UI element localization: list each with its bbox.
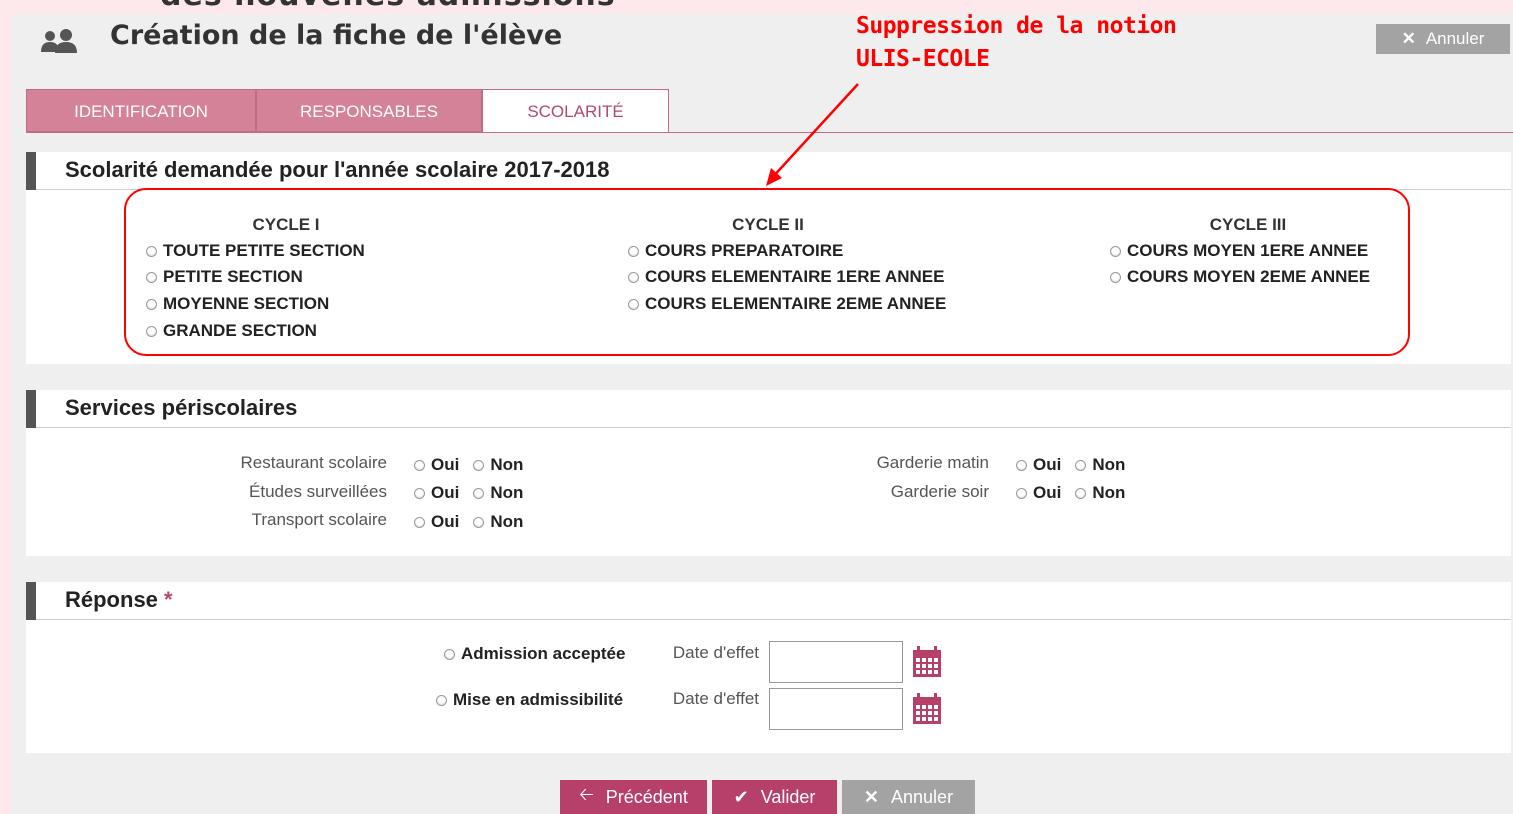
footer-cancel-button[interactable]: ✕ Annuler [842, 780, 975, 814]
radio-button[interactable] [414, 459, 425, 471]
tab-identification[interactable]: IDENTIFICATION [26, 89, 256, 132]
radio-button[interactable] [436, 694, 447, 706]
date-effet-admission-input[interactable] [769, 641, 903, 683]
periscolaire-section-title: Services périscolaires [65, 395, 298, 420]
oui-option[interactable]: Oui [1016, 483, 1061, 503]
oui-option[interactable]: Oui [414, 483, 459, 503]
garderie-soir-choice: Oui Non [1016, 483, 1125, 503]
annotation-highlight-box [124, 188, 1410, 356]
page-header: Création de la fiche de l'élève ✕ Annule… [12, 14, 1513, 74]
validate-label: Valider [760, 786, 816, 807]
non-option[interactable]: Non [473, 455, 523, 475]
garderie-matin-label: Garderie matin [876, 453, 989, 472]
garderie-soir-label: Garderie soir [890, 482, 989, 501]
oui-label: Oui [1033, 455, 1062, 474]
reponse-section-header: Réponse * [26, 582, 1511, 620]
date-effet-admissibilite-input[interactable] [769, 688, 903, 730]
footer-cancel-label: Annuler [891, 786, 954, 807]
arrow-left-icon: 🡠 [579, 784, 594, 804]
section-marker [26, 390, 36, 428]
garderie-matin-choice: Oui Non [1016, 455, 1125, 475]
annotation-callout: Suppression de la notion ULIS-ECOLE [856, 10, 1177, 76]
oui-label: Oui [431, 483, 460, 502]
close-icon: ✕ [863, 786, 880, 807]
oui-label: Oui [431, 455, 460, 474]
check-icon: ✔ [733, 786, 749, 807]
radio-button[interactable] [414, 487, 425, 499]
users-icon [41, 29, 77, 53]
scolarite-section-title: Scolarité demandée pour l'année scolaire… [65, 157, 610, 182]
non-label: Non [1092, 455, 1126, 474]
tab-scolarite[interactable]: SCOLARITÉ [482, 89, 669, 133]
radio-button[interactable] [473, 487, 485, 499]
oui-option[interactable]: Oui [1016, 455, 1061, 475]
page-title: Création de la fiche de l'élève [110, 20, 563, 51]
transport-scolaire-choice: Oui Non [414, 512, 523, 532]
non-option[interactable]: Non [1075, 483, 1125, 503]
non-label: Non [490, 455, 524, 474]
header-cancel-label: Annuler [1425, 29, 1485, 48]
reponse-title-text: Réponse [65, 587, 158, 612]
previous-label: Précédent [605, 786, 688, 807]
radio-button[interactable] [414, 516, 425, 528]
annotation-line-1: Suppression de la notion [856, 13, 1177, 39]
header-cancel-button[interactable]: ✕ Annuler [1376, 24, 1510, 54]
previous-button[interactable]: 🡠 Précédent [560, 780, 707, 814]
oui-option[interactable]: Oui [414, 512, 459, 532]
non-option[interactable]: Non [473, 483, 523, 503]
non-label: Non [490, 512, 524, 531]
non-label: Non [1092, 483, 1126, 502]
tab-responsables[interactable]: RESPONSABLES [256, 89, 482, 132]
non-label: Non [490, 483, 524, 502]
date-effet-label: Date d'effet [672, 689, 759, 708]
radio-button[interactable] [1075, 487, 1087, 499]
section-marker [26, 582, 36, 620]
restaurant-scolaire-label: Restaurant scolaire [240, 453, 387, 472]
radio-button[interactable] [444, 648, 455, 660]
radio-button[interactable] [1016, 459, 1027, 471]
radio-button[interactable] [473, 516, 485, 528]
validate-button[interactable]: ✔ Valider [712, 780, 837, 814]
oui-label: Oui [431, 512, 460, 531]
restaurant-scolaire-choice: Oui Non [414, 455, 523, 475]
radio-button[interactable] [1016, 487, 1027, 499]
radio-button[interactable] [1075, 459, 1087, 471]
main-panel: Création de la fiche de l'élève ✕ Annule… [12, 14, 1513, 814]
scolarite-section-header: Scolarité demandée pour l'année scolaire… [26, 152, 1511, 190]
non-option[interactable]: Non [1075, 455, 1125, 475]
etudes-surveillees-label: Études surveillées [249, 482, 387, 501]
calendar-icon[interactable] [911, 646, 943, 678]
non-option[interactable]: Non [473, 512, 523, 532]
oui-label: Oui [1033, 483, 1062, 502]
periscolaire-section: Services périscolaires Restaurant scolai… [26, 390, 1511, 556]
calendar-icon[interactable] [911, 693, 943, 725]
annotation-line-2: ULIS-ECOLE [856, 46, 990, 72]
oui-option[interactable]: Oui [414, 455, 459, 475]
section-marker [26, 152, 36, 190]
etudes-surveillees-choice: Oui Non [414, 483, 523, 503]
tab-underline [26, 132, 1513, 133]
radio-button[interactable] [473, 459, 485, 471]
required-marker: * [164, 587, 173, 612]
reponse-section: Réponse * Admission acceptée Date d'effe… [26, 582, 1511, 753]
slide-title-fragment: des nouvelles admissions [160, 0, 616, 13]
transport-scolaire-label: Transport scolaire [251, 510, 387, 529]
slide-title-banner: des nouvelles admissions [0, 0, 1513, 14]
close-icon: ✕ [1401, 29, 1416, 48]
reponse-section-title: Réponse * [65, 587, 173, 613]
date-effet-label: Date d'effet [672, 643, 759, 662]
periscolaire-section-header: Services périscolaires [26, 390, 1511, 428]
